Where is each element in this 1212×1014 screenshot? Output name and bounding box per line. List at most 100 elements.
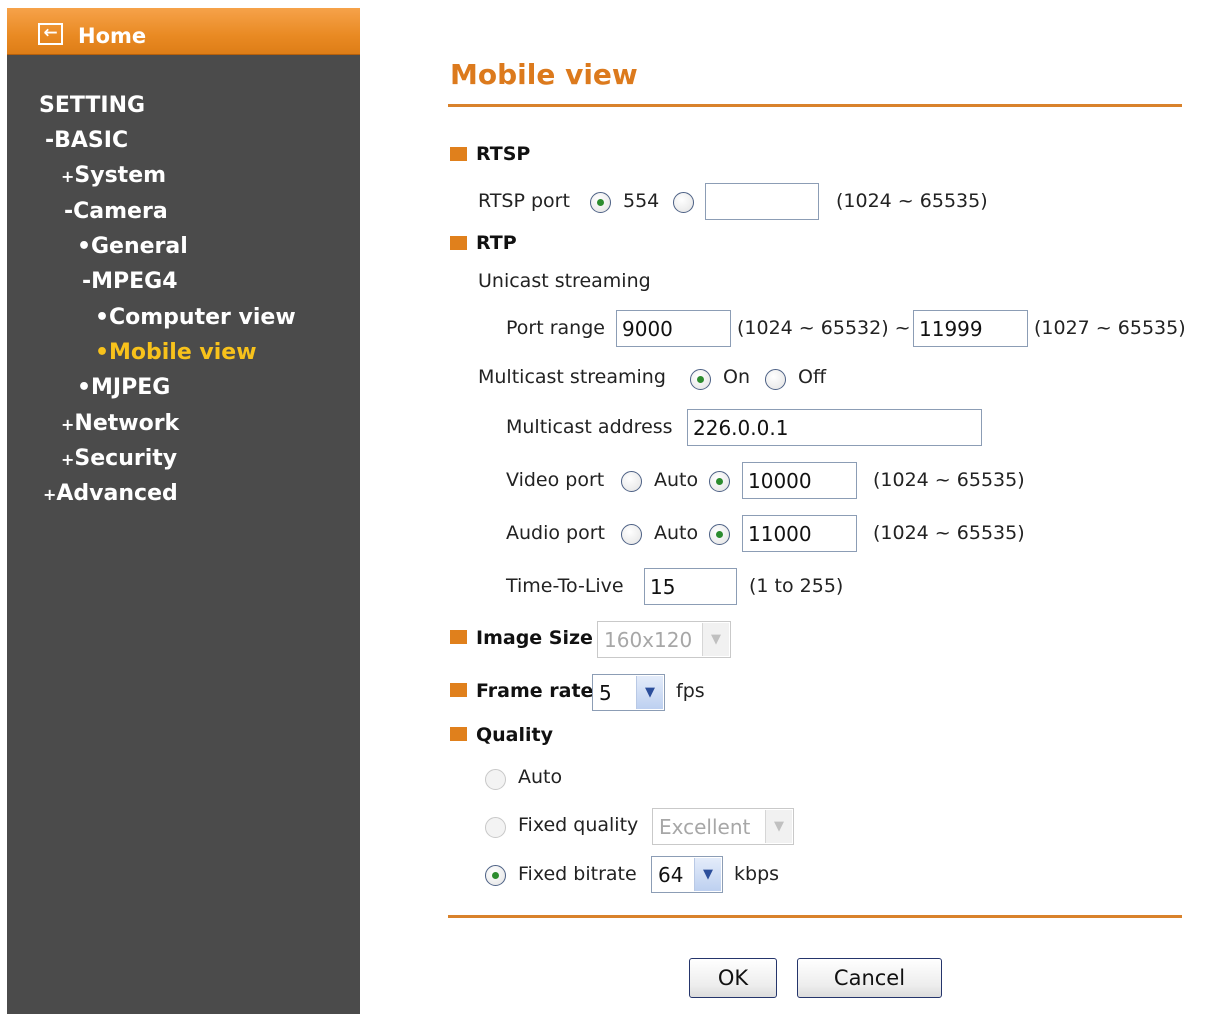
- fixed-quality-value: Excellent: [659, 815, 751, 839]
- audio-port-auto-label: Auto: [654, 522, 699, 544]
- quality-fixed-quality-radio[interactable]: [485, 817, 506, 838]
- image-size-value: 160x120: [604, 628, 693, 652]
- collapse-marker: -: [82, 269, 92, 294]
- sidebar-item-camera[interactable]: -Camera: [64, 200, 168, 224]
- sidebar-item-label: SETTING: [39, 93, 146, 118]
- rtsp-default-radio[interactable]: [590, 192, 611, 213]
- video-port-custom-radio[interactable]: [709, 471, 730, 492]
- frame-rate-label: Frame rate: [476, 680, 594, 702]
- sidebar-item-label: Network: [74, 411, 180, 436]
- bitrate-select[interactable]: 64 ▼: [651, 856, 723, 893]
- bullet-icon: •: [77, 234, 92, 259]
- quality-label: Quality: [476, 724, 553, 746]
- bottom-divider: [448, 915, 1182, 918]
- sidebar-item-label: System: [74, 163, 167, 188]
- quality-fixed-quality-label: Fixed quality: [518, 814, 639, 836]
- back-arrow-icon: ←: [38, 23, 63, 45]
- video-port-auto-radio[interactable]: [621, 471, 642, 492]
- section-marker-icon: [450, 147, 467, 161]
- bullet-icon: •: [77, 375, 92, 400]
- ttl-input[interactable]: 15: [644, 568, 737, 605]
- audio-port-input[interactable]: 11000: [742, 515, 857, 552]
- sidebar-item-label: MJPEG: [91, 375, 171, 400]
- quality-auto-radio[interactable]: [485, 769, 506, 790]
- audio-port-auto-radio[interactable]: [621, 524, 642, 545]
- frame-rate-select[interactable]: 5 ▼: [592, 674, 665, 711]
- sidebar-item-mpeg4[interactable]: -MPEG4: [82, 270, 178, 294]
- sidebar-item-label: BASIC: [54, 128, 129, 153]
- rtsp-custom-radio[interactable]: [673, 192, 694, 213]
- sidebar-item-label: General: [91, 234, 188, 259]
- cancel-button[interactable]: Cancel: [797, 958, 942, 998]
- page-title: Mobile view: [450, 58, 638, 91]
- image-size-select: 160x120 ▼: [597, 621, 731, 658]
- multicast-on-radio[interactable]: [690, 369, 711, 390]
- quality-auto-label: Auto: [518, 766, 563, 788]
- fixed-quality-select: Excellent ▼: [652, 808, 794, 845]
- home-link[interactable]: ← Home: [7, 8, 360, 55]
- sidebar-item-label: Camera: [73, 199, 168, 224]
- multicast-on-label: On: [723, 366, 750, 388]
- sidebar-item-label: MPEG4: [91, 269, 178, 294]
- port-to-range-hint: (1027 ~ 65535): [1034, 317, 1186, 339]
- chevron-down-icon: ▼: [765, 810, 792, 843]
- frame-rate-value: 5: [599, 681, 612, 705]
- bullet-icon: •: [95, 305, 110, 330]
- port-range-to-input[interactable]: 11999: [913, 310, 1028, 347]
- sidebar-item-label: Computer view: [109, 305, 296, 330]
- sidebar-item-general[interactable]: •General: [77, 235, 188, 259]
- audio-port-range-hint: (1024 ~ 65535): [873, 522, 1025, 544]
- multicast-label: Multicast streaming: [478, 366, 666, 388]
- sidebar-heading-setting: SETTING: [39, 94, 145, 118]
- sidebar-item-basic[interactable]: -BASIC: [45, 129, 128, 153]
- expand-marker: +: [61, 415, 75, 434]
- port-range-from-input[interactable]: 9000: [616, 310, 731, 347]
- image-size-label: Image Size: [476, 627, 593, 649]
- sidebar-item-label: Mobile view: [109, 340, 257, 365]
- sidebar-item-label: Security: [74, 446, 178, 471]
- sidebar: ← Home SETTING -BASIC +System -Camera •G…: [7, 8, 360, 1014]
- audio-port-label: Audio port: [506, 522, 605, 544]
- section-marker-icon: [450, 683, 467, 697]
- audio-port-custom-radio[interactable]: [709, 524, 730, 545]
- section-marker-icon: [450, 630, 467, 644]
- bullet-icon: •: [95, 340, 110, 365]
- rtsp-range-hint: (1024 ~ 65535): [836, 190, 988, 212]
- multicast-address-label: Multicast address: [506, 416, 673, 438]
- chevron-down-icon: ▼: [702, 623, 729, 656]
- chevron-down-icon: ▼: [636, 676, 663, 709]
- home-label: Home: [78, 24, 147, 48]
- sidebar-item-computer-view[interactable]: •Computer view: [95, 306, 296, 330]
- ok-button[interactable]: OK: [689, 958, 777, 998]
- section-rtp: RTP: [476, 232, 517, 254]
- ttl-range-hint: (1 to 255): [749, 575, 844, 597]
- chevron-down-icon: ▼: [694, 858, 721, 891]
- expand-marker: +: [43, 485, 57, 504]
- video-port-auto-label: Auto: [654, 469, 699, 491]
- port-range-label: Port range: [506, 317, 605, 339]
- video-port-input[interactable]: 10000: [742, 462, 857, 499]
- sidebar-item-mjpeg[interactable]: •MJPEG: [77, 376, 170, 400]
- multicast-off-radio[interactable]: [765, 369, 786, 390]
- rtsp-custom-port-input[interactable]: [705, 183, 819, 220]
- sidebar-item-label: Advanced: [56, 481, 178, 506]
- ttl-label: Time-To-Live: [506, 575, 624, 597]
- title-divider: [448, 104, 1182, 107]
- sidebar-item-system[interactable]: +System: [61, 164, 166, 189]
- quality-fixed-bitrate-radio[interactable]: [485, 865, 506, 886]
- expand-marker: +: [61, 167, 75, 186]
- multicast-address-input[interactable]: 226.0.0.1: [687, 409, 982, 446]
- sidebar-item-advanced[interactable]: +Advanced: [43, 482, 178, 507]
- unicast-label: Unicast streaming: [478, 270, 651, 292]
- bitrate-value: 64: [658, 863, 684, 887]
- section-marker-icon: [450, 727, 467, 741]
- collapse-marker: -: [45, 128, 55, 153]
- sidebar-item-security[interactable]: +Security: [61, 447, 177, 472]
- sidebar-item-mobile-view[interactable]: •Mobile view: [95, 341, 257, 365]
- rtsp-port-label: RTSP port: [478, 190, 570, 212]
- expand-marker: +: [61, 450, 75, 469]
- sidebar-item-network[interactable]: +Network: [61, 412, 179, 437]
- video-port-range-hint: (1024 ~ 65535): [873, 469, 1025, 491]
- rtsp-default-port: 554: [623, 190, 660, 212]
- section-marker-icon: [450, 236, 467, 250]
